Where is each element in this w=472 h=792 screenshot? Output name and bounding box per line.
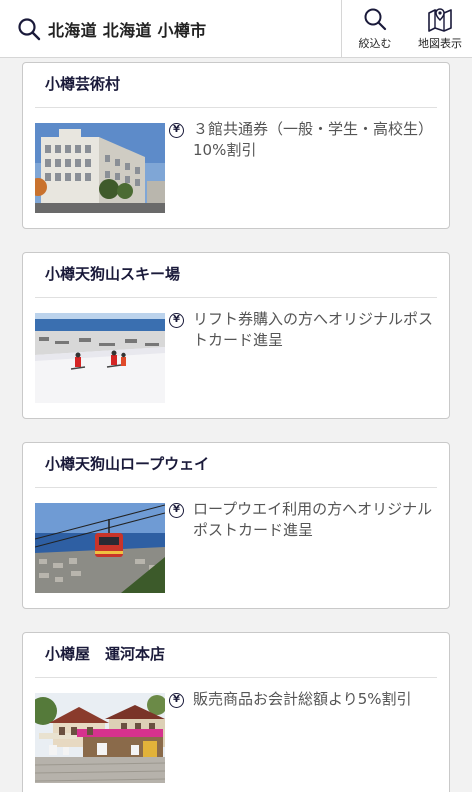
search-bar[interactable]: 北海道 北海道 小樽市 — [0, 0, 342, 57]
yen-icon: ¥ — [169, 503, 184, 518]
yen-icon: ¥ — [169, 123, 184, 138]
list-item[interactable]: 小樽天狗山ロープウェイ ¥ ロープウエイ利用の方へオリジナルポストカード進呈 — [22, 442, 450, 609]
benefit-text: 販売商品お会計総額より5%割引 — [193, 690, 412, 708]
divider — [35, 677, 437, 678]
page: 北海道 北海道 小樽市 絞込む 地図表示 小樽芸術村 ¥ ３館共通券（一般・学生… — [0, 0, 472, 792]
filter-button[interactable]: 絞込む — [342, 0, 408, 57]
map-pin-icon — [428, 8, 452, 32]
search-icon — [364, 8, 387, 31]
list-item[interactable]: 小樽芸術村 ¥ ３館共通券（一般・学生・高校生）10%割引 — [22, 62, 450, 229]
ski-slope-photo — [35, 313, 165, 403]
search-query-text: 北海道 北海道 小樽市 — [48, 20, 207, 40]
list-item[interactable]: 小樽屋 運河本店 ¥ 販売商品お会計総額より5%割引 — [22, 632, 450, 792]
card-title[interactable]: 小樽芸術村 — [45, 73, 120, 94]
card-title[interactable]: 小樽天狗山ロープウェイ — [45, 453, 209, 474]
ropeway-photo — [35, 503, 165, 593]
filter-button-label: 絞込む — [358, 37, 392, 50]
card-title[interactable]: 小樽屋 運河本店 — [45, 643, 165, 664]
yen-icon: ¥ — [169, 313, 184, 328]
header-bar: 北海道 北海道 小樽市 絞込む 地図表示 — [0, 0, 472, 58]
shop-photo — [35, 693, 165, 783]
map-button-label: 地図表示 — [418, 37, 462, 50]
map-button[interactable]: 地図表示 — [408, 0, 472, 57]
card-title[interactable]: 小樽天狗山スキー場 — [45, 263, 180, 284]
list-item[interactable]: 小樽天狗山スキー場 ¥ リフト券購入の方へオリジナルポストカード進呈 — [22, 252, 450, 419]
search-icon — [18, 17, 41, 40]
yen-icon: ¥ — [169, 693, 184, 708]
divider — [35, 487, 437, 488]
benefit-text: ロープウエイ利用の方へオリジナルポストカード進呈 — [193, 500, 433, 539]
benefit-text: ３館共通券（一般・学生・高校生）10%割引 — [193, 120, 434, 159]
divider — [35, 297, 437, 298]
benefit-text: リフト券購入の方へオリジナルポストカード進呈 — [193, 310, 434, 349]
building-photo — [35, 123, 165, 213]
divider — [35, 107, 437, 108]
